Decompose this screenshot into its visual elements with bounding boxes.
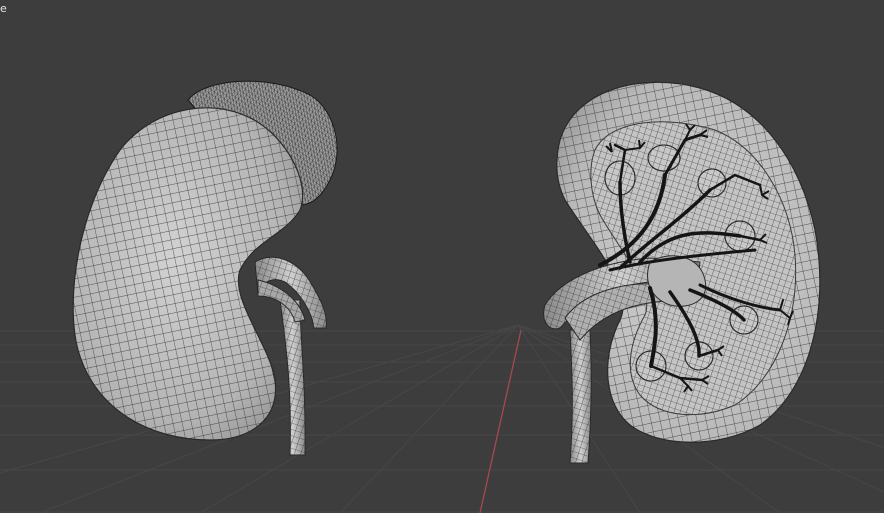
3d-viewport[interactable]: e: [0, 0, 884, 513]
x-axis-line: [479, 329, 522, 513]
viewport-corner-text: e: [0, 2, 7, 15]
kidney-exterior-mesh[interactable]: [72, 80, 338, 456]
kidney-cross-section-mesh[interactable]: [543, 81, 821, 464]
